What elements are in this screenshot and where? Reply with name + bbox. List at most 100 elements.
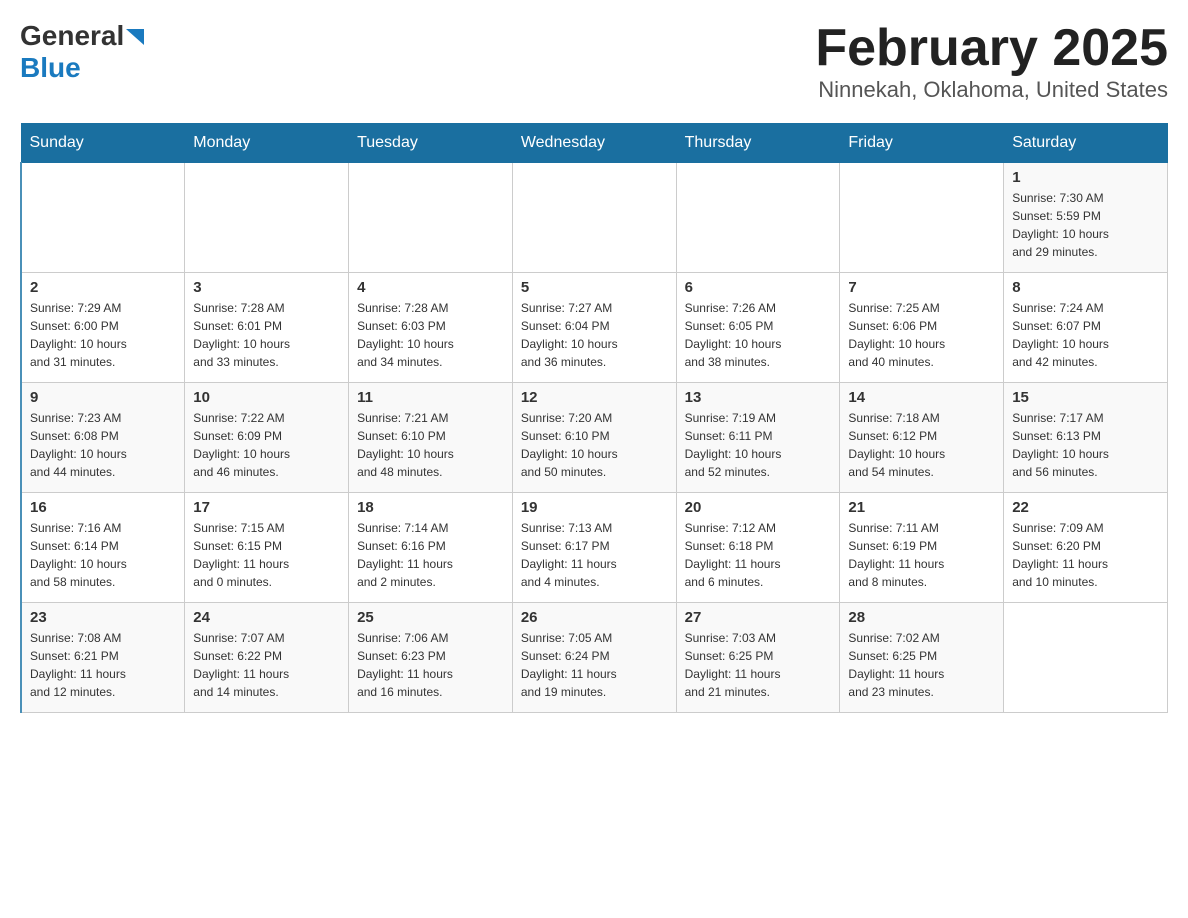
day-number: 18 [357,499,504,516]
calendar-cell: 22 Sunrise: 7:09 AMSunset: 6:20 PMDayligh… [1004,493,1168,603]
week-row-2: 2 Sunrise: 7:29 AMSunset: 6:00 PMDaylight… [21,273,1168,383]
day-info: Sunrise: 7:19 AMSunset: 6:11 PMDaylight:… [685,409,832,481]
logo-blue-text: Blue [20,52,81,83]
day-info: Sunrise: 7:11 AMSunset: 6:19 PMDaylight:… [848,519,995,591]
day-of-week-tuesday: Tuesday [349,124,513,163]
day-number: 23 [30,609,176,626]
logo-arrow-icon [126,20,144,52]
calendar-cell: 27 Sunrise: 7:03 AMSunset: 6:25 PMDayligh… [676,603,840,713]
day-number: 26 [521,609,668,626]
day-info: Sunrise: 7:24 AMSunset: 6:07 PMDaylight:… [1012,299,1159,371]
week-row-5: 23 Sunrise: 7:08 AMSunset: 6:21 PMDayligh… [21,603,1168,713]
calendar-cell: 14Sunrise: 7:18 AMSunset: 6:12 PMDayligh… [840,383,1004,493]
day-number: 25 [357,609,504,626]
day-info: Sunrise: 7:27 AMSunset: 6:04 PMDaylight:… [521,299,668,371]
day-info: Sunrise: 7:30 AMSunset: 5:59 PMDaylight:… [1012,189,1159,261]
calendar-cell: 13Sunrise: 7:19 AMSunset: 6:11 PMDayligh… [676,383,840,493]
day-info: Sunrise: 7:25 AMSunset: 6:06 PMDaylight:… [848,299,995,371]
day-info: Sunrise: 7:07 AMSunset: 6:22 PMDaylight:… [193,629,340,701]
day-number: 17 [193,499,340,516]
day-number: 9 [30,389,176,406]
week-row-1: 1 Sunrise: 7:30 AMSunset: 5:59 PMDaylight… [21,163,1168,273]
day-info: Sunrise: 7:08 AMSunset: 6:21 PMDaylight:… [30,629,176,701]
day-info: Sunrise: 7:28 AMSunset: 6:03 PMDaylight:… [357,299,504,371]
calendar-cell [349,163,513,273]
day-info: Sunrise: 7:13 AMSunset: 6:17 PMDaylight:… [521,519,668,591]
day-info: Sunrise: 7:03 AMSunset: 6:25 PMDaylight:… [685,629,832,701]
calendar-title: February 2025 [815,20,1168,77]
calendar-cell: 15 Sunrise: 7:17 AMSunset: 6:13 PMDayligh… [1004,383,1168,493]
day-info: Sunrise: 7:26 AMSunset: 6:05 PMDaylight:… [685,299,832,371]
calendar-header: SundayMondayTuesdayWednesdayThursdayFrid… [21,124,1168,163]
day-of-week-friday: Friday [840,124,1004,163]
calendar-cell: 9 Sunrise: 7:23 AMSunset: 6:08 PMDaylight… [21,383,185,493]
calendar-cell: 11Sunrise: 7:21 AMSunset: 6:10 PMDayligh… [349,383,513,493]
calendar-cell: 10Sunrise: 7:22 AMSunset: 6:09 PMDayligh… [185,383,349,493]
day-info: Sunrise: 7:09 AMSunset: 6:20 PMDaylight:… [1012,519,1159,591]
calendar-cell: 5 Sunrise: 7:27 AMSunset: 6:04 PMDaylight… [512,273,676,383]
day-number: 27 [685,609,832,626]
day-info: Sunrise: 7:05 AMSunset: 6:24 PMDaylight:… [521,629,668,701]
day-of-week-sunday: Sunday [21,124,185,163]
calendar-cell [21,163,185,273]
day-number: 28 [848,609,995,626]
days-of-week-row: SundayMondayTuesdayWednesdayThursdayFrid… [21,124,1168,163]
calendar-cell: 26 Sunrise: 7:05 AMSunset: 6:24 PMDayligh… [512,603,676,713]
day-number: 6 [685,279,832,296]
day-number: 5 [521,279,668,296]
day-number: 2 [30,279,176,296]
calendar-title-block: February 2025 Ninnekah, Oklahoma, United… [815,20,1168,103]
calendar-cell: 6 Sunrise: 7:26 AMSunset: 6:05 PMDaylight… [676,273,840,383]
day-info: Sunrise: 7:17 AMSunset: 6:13 PMDaylight:… [1012,409,1159,481]
day-info: Sunrise: 7:14 AMSunset: 6:16 PMDaylight:… [357,519,504,591]
day-of-week-thursday: Thursday [676,124,840,163]
day-info: Sunrise: 7:21 AMSunset: 6:10 PMDaylight:… [357,409,504,481]
day-number: 15 [1012,389,1159,406]
calendar-table: SundayMondayTuesdayWednesdayThursdayFrid… [20,123,1168,713]
day-of-week-wednesday: Wednesday [512,124,676,163]
day-number: 21 [848,499,995,516]
calendar-cell: 16Sunrise: 7:16 AMSunset: 6:14 PMDayligh… [21,493,185,603]
day-info: Sunrise: 7:02 AMSunset: 6:25 PMDaylight:… [848,629,995,701]
day-info: Sunrise: 7:15 AMSunset: 6:15 PMDaylight:… [193,519,340,591]
day-info: Sunrise: 7:20 AMSunset: 6:10 PMDaylight:… [521,409,668,481]
day-number: 10 [193,389,340,406]
day-info: Sunrise: 7:29 AMSunset: 6:00 PMDaylight:… [30,299,176,371]
calendar-cell: 24 Sunrise: 7:07 AMSunset: 6:22 PMDayligh… [185,603,349,713]
calendar-subtitle: Ninnekah, Oklahoma, United States [815,77,1168,103]
calendar-cell: 17 Sunrise: 7:15 AMSunset: 6:15 PMDayligh… [185,493,349,603]
calendar-cell: 8Sunrise: 7:24 AMSunset: 6:07 PMDaylight… [1004,273,1168,383]
day-number: 24 [193,609,340,626]
logo-general-text: General [20,20,124,52]
calendar-cell: 28 Sunrise: 7:02 AMSunset: 6:25 PMDayligh… [840,603,1004,713]
day-number: 16 [30,499,176,516]
day-info: Sunrise: 7:12 AMSunset: 6:18 PMDaylight:… [685,519,832,591]
calendar-cell: 4 Sunrise: 7:28 AMSunset: 6:03 PMDaylight… [349,273,513,383]
day-number: 19 [521,499,668,516]
calendar-cell: 23 Sunrise: 7:08 AMSunset: 6:21 PMDayligh… [21,603,185,713]
calendar-cell: 25Sunrise: 7:06 AMSunset: 6:23 PMDayligh… [349,603,513,713]
day-info: Sunrise: 7:23 AMSunset: 6:08 PMDaylight:… [30,409,176,481]
calendar-cell: 2 Sunrise: 7:29 AMSunset: 6:00 PMDaylight… [21,273,185,383]
day-info: Sunrise: 7:28 AMSunset: 6:01 PMDaylight:… [193,299,340,371]
day-of-week-saturday: Saturday [1004,124,1168,163]
calendar-cell [676,163,840,273]
logo: General Blue [20,20,144,84]
day-number: 3 [193,279,340,296]
page-header: General Blue February 2025 Ninnekah, Okl… [20,20,1168,103]
calendar-cell [840,163,1004,273]
week-row-4: 16Sunrise: 7:16 AMSunset: 6:14 PMDayligh… [21,493,1168,603]
day-number: 20 [685,499,832,516]
day-number: 4 [357,279,504,296]
calendar-cell: 1 Sunrise: 7:30 AMSunset: 5:59 PMDaylight… [1004,163,1168,273]
calendar-cell: 21 Sunrise: 7:11 AMSunset: 6:19 PMDayligh… [840,493,1004,603]
day-number: 22 [1012,499,1159,516]
calendar-cell [1004,603,1168,713]
calendar-cell: 20 Sunrise: 7:12 AMSunset: 6:18 PMDayligh… [676,493,840,603]
day-number: 1 [1012,169,1159,186]
calendar-cell: 18 Sunrise: 7:14 AMSunset: 6:16 PMDayligh… [349,493,513,603]
calendar-cell: 12Sunrise: 7:20 AMSunset: 6:10 PMDayligh… [512,383,676,493]
day-info: Sunrise: 7:18 AMSunset: 6:12 PMDaylight:… [848,409,995,481]
day-number: 7 [848,279,995,296]
week-row-3: 9 Sunrise: 7:23 AMSunset: 6:08 PMDaylight… [21,383,1168,493]
